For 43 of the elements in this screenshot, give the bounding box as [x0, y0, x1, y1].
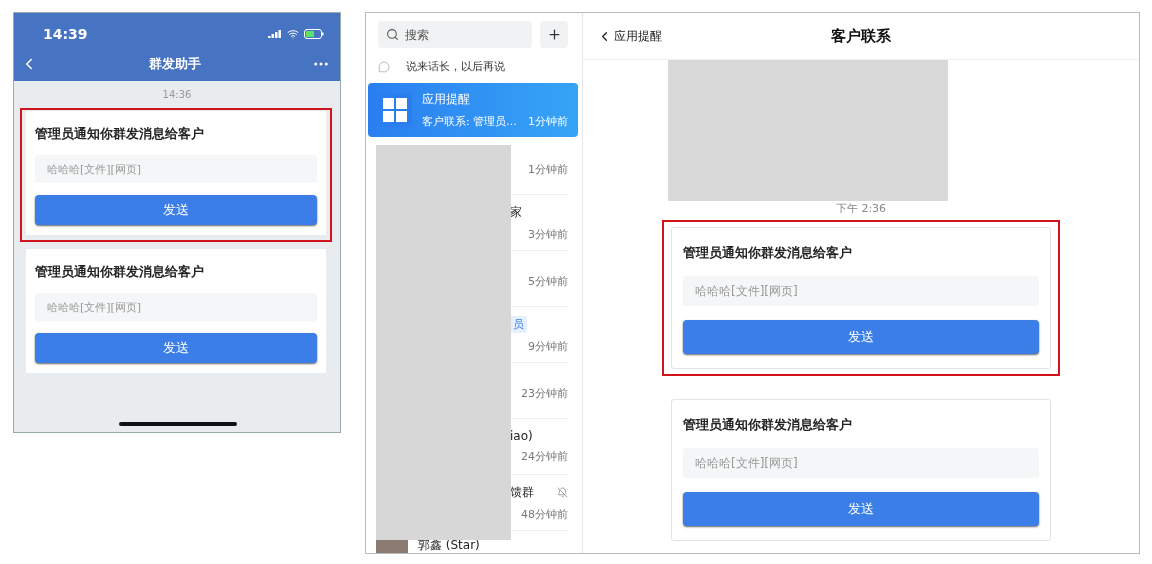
status-note: 说来话长，以后再说: [406, 59, 505, 74]
message-time: 1分钟前: [528, 162, 568, 177]
grid-icon: [378, 93, 412, 127]
message-time: 1分钟前: [528, 114, 568, 129]
search-icon: [386, 28, 399, 41]
send-button[interactable]: 发送: [683, 320, 1039, 354]
message-time: 5分钟前: [528, 274, 568, 289]
conversation-name: 馈群: [510, 483, 534, 501]
add-button[interactable]: [540, 21, 568, 48]
conversation-item[interactable]: 应用提醒 客户联系: 管理员... 1分钟前: [368, 83, 578, 137]
conversation-name: iao): [510, 429, 533, 443]
plus-icon: [546, 27, 562, 42]
conversation-name: 应用提醒: [422, 91, 471, 108]
conversation-name: 郭鑫 (Star): [418, 537, 480, 553]
conversation-name: 家: [510, 203, 522, 221]
signal-icon: [268, 29, 282, 39]
message-time: 48分钟前: [521, 506, 568, 522]
message-field[interactable]: 哈哈哈[文件][网页]: [683, 448, 1039, 478]
status-time: 14:39: [43, 26, 88, 42]
message-preview: 客户联系: 管理员...: [422, 114, 517, 129]
battery-icon: [304, 29, 324, 39]
message-time: 23分钟前: [521, 386, 568, 401]
message-time: 3分钟前: [528, 226, 568, 242]
card-title: 管理员通知你群发消息给客户: [683, 416, 853, 434]
card-title: 管理员通知你群发消息给客户: [683, 244, 853, 262]
send-button[interactable]: 发送: [35, 333, 317, 363]
search-field[interactable]: 搜索: [378, 21, 532, 48]
message-field[interactable]: 哈哈哈[文件][网页]: [35, 293, 317, 321]
send-button[interactable]: 发送: [683, 492, 1039, 526]
message-field[interactable]: 哈哈哈[文件][网页]: [35, 155, 317, 183]
message-time: 24分钟前: [521, 449, 568, 464]
card-title: 管理员通知你群发消息给客户: [35, 125, 205, 143]
card-title: 管理员通知你群发消息给客户: [35, 263, 205, 281]
screen-title: 群发助手: [149, 55, 201, 73]
speech-bubble-icon: [378, 60, 390, 73]
wifi-icon: [287, 28, 299, 40]
send-button[interactable]: 发送: [35, 195, 317, 225]
message-timestamp: 14:36: [162, 89, 192, 100]
back-button[interactable]: 应用提醒: [583, 27, 662, 45]
chat-title: 客户联系: [831, 26, 891, 46]
message-timestamp: 下午 2:36: [835, 201, 887, 216]
message-field[interactable]: 哈哈哈[文件][网页]: [683, 276, 1039, 306]
message-time: 9分钟前: [528, 338, 568, 354]
